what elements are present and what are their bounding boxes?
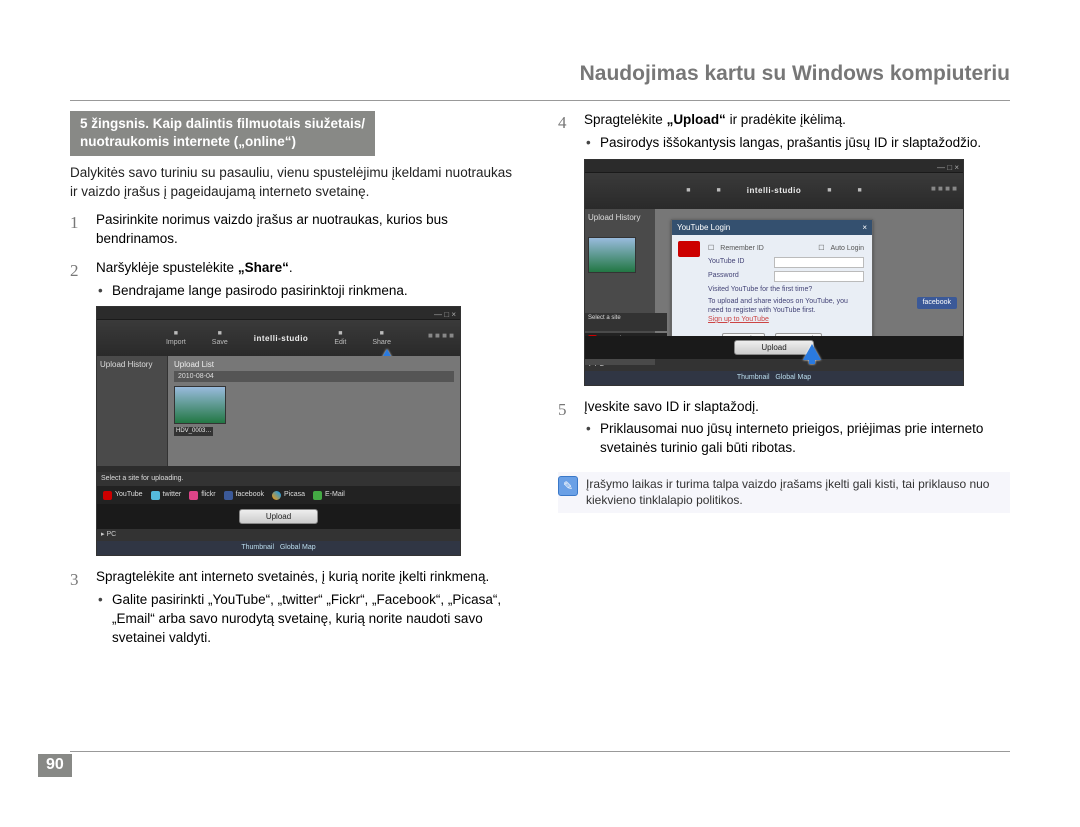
hint-2: To upload and share videos on YouTube, y… (708, 298, 864, 315)
pw-input[interactable] (774, 271, 864, 282)
arrow-cursor-icon-2 (803, 344, 821, 360)
ss1-side: Upload History (97, 356, 168, 466)
ss2-toolbar: ■■ intelli-studio ■■ ■ ■ ■ ■ (585, 173, 963, 209)
site-facebook: facebook (224, 490, 264, 500)
right-column: Spragtelėkite „Upload“ ir pradėkite įkėl… (558, 111, 1010, 658)
upload-button-2[interactable]: Upload (734, 340, 813, 355)
site-youtube: YouTube (103, 490, 143, 500)
ss1-side-title: Upload History (100, 359, 164, 370)
ss2-side-title: Upload History (588, 212, 652, 223)
screenshot-login: — □ × ■■ intelli-studio ■■ ■ ■ ■ ■ Uploa… (584, 159, 964, 386)
note-text: Įrašymo laikas ir turima talpa vaizdo įr… (586, 476, 1010, 508)
ss1-select-label: Select a site for uploading. (97, 472, 460, 486)
id-label: YouTube ID (708, 257, 768, 267)
screenshot-share: — □ × ■Import ■Save intelli-studio ■Edit… (96, 306, 461, 556)
ss1-sites: YouTube twitter flickr facebook Picasa E… (97, 486, 460, 504)
step-5-text: Įveskite savo ID ir slaptažodį. (584, 399, 759, 414)
step-3: Spragtelėkite ant interneto svetainės, į… (70, 568, 522, 648)
ss1-upload-row: Upload (97, 504, 460, 529)
divider-bottom (70, 751, 1010, 752)
facebook-chip: facebook (917, 297, 957, 309)
left-column: 5 žingsnis. Kaip dalintis filmuotais siu… (70, 111, 522, 658)
login-dialog-title: YouTube Login× (672, 220, 872, 235)
signup-link[interactable]: Sign up to YouTube (708, 315, 864, 325)
site-twitter: twitter (151, 490, 182, 500)
site-flickr: flickr (189, 490, 215, 500)
ss2-bottombar: Thumbnail Global Map (585, 371, 963, 385)
youtube-icon (678, 241, 700, 257)
step-4-text: Spragtelėkite „Upload“ ir pradėkite įkėl… (584, 112, 846, 127)
ss1-thumb (174, 386, 226, 424)
step-3-text: Spragtelėkite ant interneto svetainės, į… (96, 569, 489, 584)
step-heading: 5 žingsnis. Kaip dalintis filmuotais siu… (70, 111, 375, 156)
page-number: 90 (38, 754, 72, 777)
remember-row: ☐Remember ID ☐Auto Login (708, 244, 864, 254)
ss1-titlebar: — □ × (97, 307, 460, 320)
step-5-bullet: Priklausomai nuo jūsų interneto prieigos… (584, 420, 1010, 458)
step-5: Įveskite savo ID ir slaptažodį. Priklaus… (558, 398, 1010, 459)
step-1-text: Pasirinkite norimus vaizdo įrašus ar nuo… (96, 212, 448, 246)
step-4-bullet: Pasirodys iššokantysis langas, prašantis… (584, 134, 1010, 153)
ss1-toolbar: ■Import ■Save intelli-studio ■Edit ■Shar… (97, 320, 460, 356)
ss2-select: Select a site (585, 313, 667, 331)
step-2-text: Naršyklėje spustelėkite „Share“. (96, 260, 293, 275)
ss2-titlebar: — □ × (585, 160, 963, 173)
ss1-date: 2010-08-04 (174, 371, 454, 383)
ss2-thumb (588, 237, 636, 273)
note-icon: ✎ (558, 476, 578, 496)
step-3-bullet: Galite pasirinkti „YouTube“, „twitter“ „… (96, 591, 522, 648)
step-1: Pasirinkite norimus vaizdo įrašus ar nuo… (70, 211, 522, 249)
step-2-bullet: Bendrajame lange pasirodo pasirinktoji r… (96, 282, 522, 301)
step-heading-line1: 5 žingsnis. Kaip dalintis filmuotais siu… (80, 116, 365, 131)
login-dialog: YouTube Login× ☐Remember ID ☐Auto Login … (671, 219, 873, 352)
pw-label: Password (708, 271, 768, 281)
intro-text: Dalykitės savo turiniu su pasauliu, vien… (70, 164, 522, 200)
divider-top (70, 100, 1010, 101)
ss1-pc: ▸ PC (97, 529, 460, 541)
page-title: Naudojimas kartu su Windows kompiuteriu (70, 62, 1010, 86)
hint-1: Visited YouTube for the first time? (708, 286, 864, 294)
ss1-main-title: Upload List (174, 359, 454, 370)
site-picasa: Picasa (272, 490, 305, 500)
close-icon[interactable]: × (862, 222, 867, 233)
ss2-logo: intelli-studio (747, 185, 802, 196)
step-4: Spragtelėkite „Upload“ ir pradėkite įkėl… (558, 111, 1010, 386)
step-2: Naršyklėje spustelėkite „Share“. Bendraj… (70, 259, 522, 556)
ss2-upload-row: Upload (585, 336, 963, 359)
ss1-main: Upload List 2010-08-04 HDV_0003… (168, 356, 460, 466)
ss1-thumb-label: HDV_0003… (174, 427, 213, 435)
id-input[interactable] (774, 257, 864, 268)
ss1-bottombar: Thumbnail Global Map (97, 541, 460, 555)
site-email: E-Mail (313, 490, 345, 500)
step-heading-line2: nuotraukomis internete („online“) (80, 134, 296, 149)
ss1-logo: intelli-studio (254, 333, 309, 344)
note-box: ✎ Įrašymo laikas ir turima talpa vaizdo … (558, 472, 1010, 512)
upload-button[interactable]: Upload (239, 509, 318, 524)
